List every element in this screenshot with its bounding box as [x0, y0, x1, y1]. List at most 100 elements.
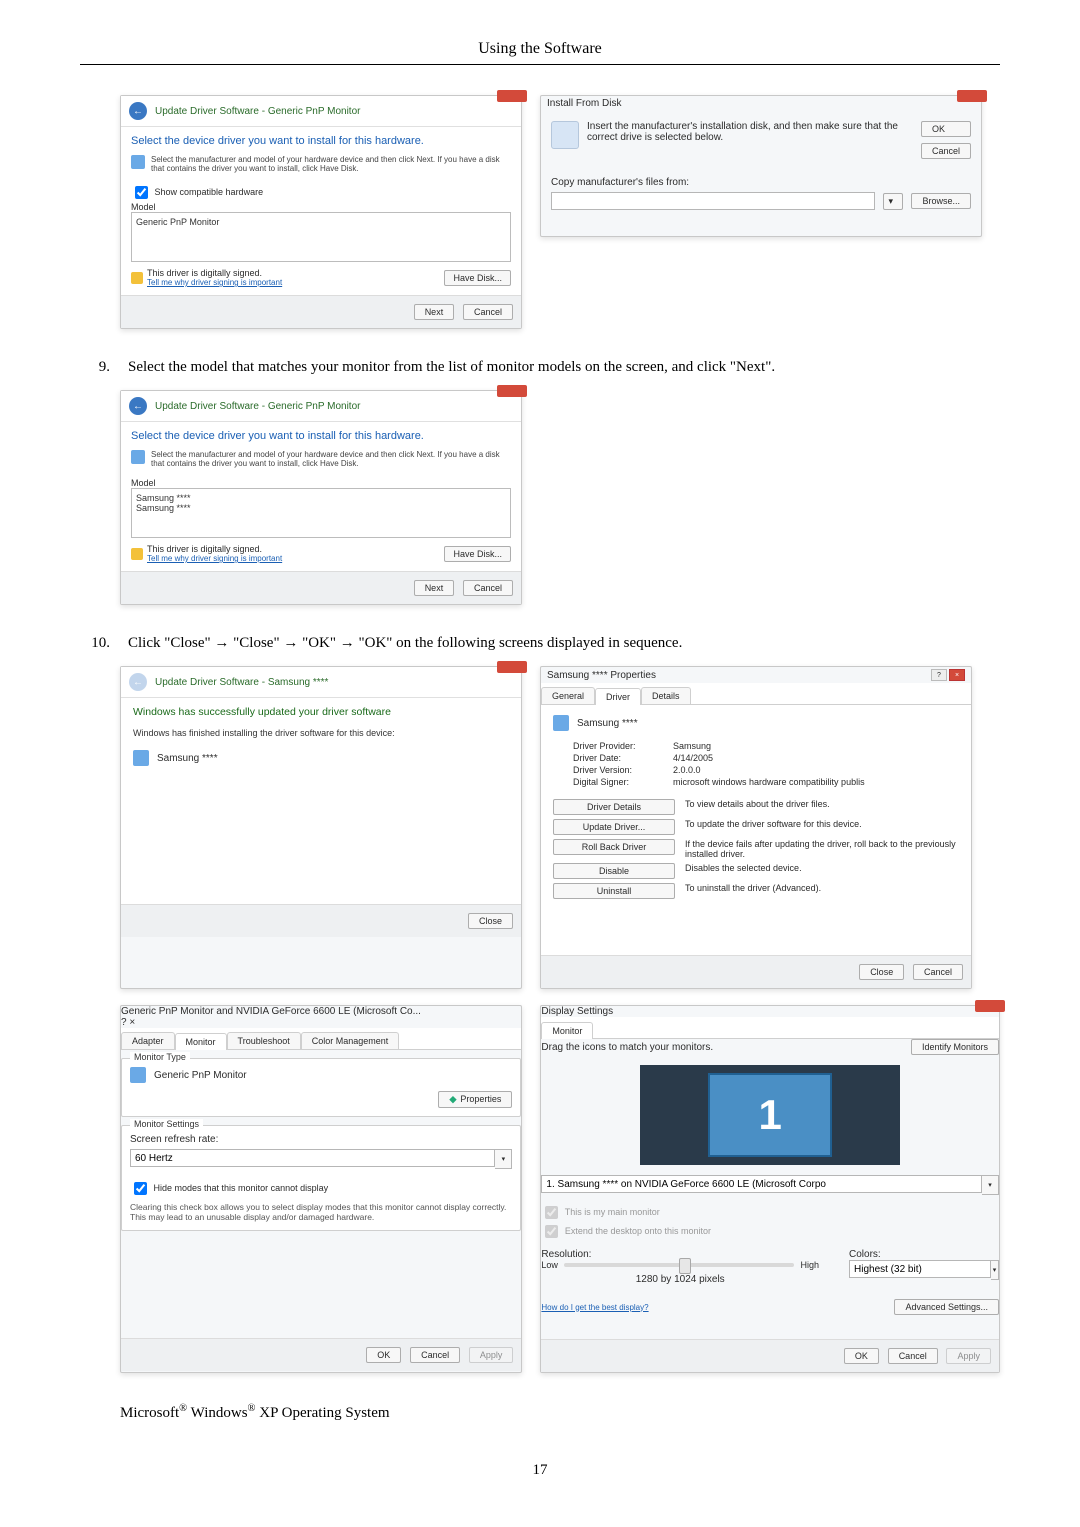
close-button[interactable]: Close: [468, 913, 513, 929]
advanced-settings-button[interactable]: Advanced Settings...: [894, 1299, 999, 1315]
tab-monitor[interactable]: Monitor: [541, 1022, 593, 1039]
cancel-button[interactable]: Cancel: [921, 143, 971, 159]
version-value: 2.0.0.0: [673, 765, 701, 775]
why-signing-link[interactable]: Tell me why driver signing is important: [147, 554, 282, 563]
dialog-title: Install From Disk: [547, 98, 621, 109]
apply-button: Apply: [946, 1348, 991, 1364]
tab-general[interactable]: General: [541, 687, 595, 704]
back-icon: ←: [129, 673, 147, 691]
tab-details[interactable]: Details: [641, 687, 691, 704]
show-compatible-checkbox[interactable]: Show compatible hardware: [131, 187, 263, 197]
chevron-down-icon[interactable]: ▾: [495, 1149, 512, 1169]
next-button[interactable]: Next: [414, 580, 455, 596]
tab-color-management[interactable]: Color Management: [301, 1032, 400, 1049]
resolution-value: 1280 by 1024 pixels: [541, 1274, 819, 1285]
close-icon[interactable]: ×: [129, 1017, 135, 1028]
help-icon[interactable]: ?: [121, 1017, 127, 1028]
display-tabs: Monitor: [541, 1017, 999, 1039]
close-icon[interactable]: [497, 661, 527, 673]
why-signing-link[interactable]: Tell me why driver signing is important: [147, 278, 282, 287]
model-listbox[interactable]: Generic PnP Monitor: [131, 212, 511, 262]
monitor-thumbnail[interactable]: 1: [708, 1073, 832, 1157]
wizard-step-title: Select the device driver you want to ins…: [131, 135, 511, 147]
update-driver-success-dialog: ← Update Driver Software - Samsung **** …: [120, 666, 522, 989]
monitor-tabs: Adapter Monitor Troubleshoot Color Manag…: [121, 1028, 521, 1050]
step-text: Click "Close" → "Close" → "OK" → "OK" on…: [128, 635, 1000, 652]
close-icon[interactable]: [957, 90, 987, 102]
close-icon[interactable]: ×: [949, 669, 965, 681]
refresh-rate-select[interactable]: [130, 1149, 495, 1167]
identify-monitors-button[interactable]: Identify Monitors: [911, 1039, 999, 1055]
step-text: Select the model that matches your monit…: [128, 359, 1000, 376]
monitor-select[interactable]: [541, 1175, 982, 1193]
close-icon[interactable]: [497, 385, 527, 397]
close-button[interactable]: Close: [859, 964, 904, 980]
device-name: Samsung ****: [157, 753, 218, 764]
model-item[interactable]: Samsung ****: [136, 503, 506, 513]
back-icon[interactable]: ←: [129, 102, 147, 120]
disable-button[interactable]: Disable: [553, 863, 675, 879]
browse-button[interactable]: Browse...: [911, 193, 971, 209]
slider-low-label: Low: [541, 1260, 558, 1270]
page-number: 17: [80, 1462, 1000, 1479]
back-icon[interactable]: ←: [129, 397, 147, 415]
slider-thumb[interactable]: [679, 1258, 691, 1274]
close-icon[interactable]: [497, 90, 527, 102]
monitor-icon: [553, 715, 569, 731]
resolution-slider[interactable]: Low High: [541, 1260, 819, 1270]
have-disk-button[interactable]: Have Disk...: [444, 546, 511, 562]
chevron-down-icon[interactable]: ▾: [883, 193, 903, 210]
chevron-down-icon[interactable]: ▾: [991, 1260, 999, 1280]
ok-button[interactable]: OK: [844, 1348, 879, 1364]
update-driver-button[interactable]: Update Driver...: [553, 819, 675, 835]
install-from-disk-dialog: Install From Disk Insert the manufacture…: [540, 95, 982, 237]
monitor-icon: [131, 450, 145, 464]
model-item[interactable]: Generic PnP Monitor: [136, 217, 506, 227]
chevron-down-icon[interactable]: ▾: [982, 1175, 999, 1195]
signer-label: Digital Signer:: [573, 777, 673, 787]
cancel-button[interactable]: Cancel: [463, 580, 513, 596]
model-listbox[interactable]: Samsung **** Samsung ****: [131, 488, 511, 538]
monitor-type-caption: Monitor Type: [130, 1052, 190, 1062]
copy-from-input[interactable]: [551, 192, 875, 210]
driver-details-desc: To view details about the driver files.: [685, 799, 959, 809]
cancel-button[interactable]: Cancel: [410, 1347, 460, 1363]
monitor-preview[interactable]: 1: [640, 1065, 900, 1165]
hide-modes-input[interactable]: [134, 1182, 147, 1195]
properties-tabs: General Driver Details: [541, 683, 971, 705]
tab-troubleshoot[interactable]: Troubleshoot: [227, 1032, 301, 1049]
wizard-title: Update Driver Software - Samsung ****: [155, 677, 328, 688]
cancel-button[interactable]: Cancel: [913, 964, 963, 980]
cancel-button[interactable]: Cancel: [463, 304, 513, 320]
monitor-icon: [131, 155, 145, 169]
help-icon[interactable]: ?: [931, 669, 947, 681]
properties-button[interactable]: ◆Properties: [438, 1091, 512, 1108]
date-value: 4/14/2005: [673, 753, 713, 763]
ok-button[interactable]: OK: [366, 1347, 401, 1363]
rollback-driver-button[interactable]: Roll Back Driver: [553, 839, 675, 855]
model-item[interactable]: Samsung ****: [136, 493, 506, 503]
close-icon[interactable]: [975, 1000, 1005, 1012]
tab-adapter[interactable]: Adapter: [121, 1032, 175, 1049]
model-caption: Model: [131, 478, 511, 488]
device-properties-dialog: Samsung **** Properties ? × General Driv…: [540, 666, 972, 989]
signer-value: microsoft windows hardware compatibility…: [673, 777, 865, 787]
extend-desktop-checkbox: Extend the desktop onto this monitor: [541, 1226, 711, 1236]
provider-value: Samsung: [673, 741, 711, 751]
ok-button[interactable]: OK: [921, 121, 971, 137]
tab-driver[interactable]: Driver: [595, 688, 641, 705]
uninstall-button[interactable]: Uninstall: [553, 883, 675, 899]
main-monitor-input: [545, 1206, 558, 1219]
colors-select[interactable]: [849, 1260, 991, 1278]
driver-details-button[interactable]: Driver Details: [553, 799, 675, 815]
show-compatible-input[interactable]: [135, 186, 148, 199]
refresh-rate-label: Screen refresh rate:: [130, 1134, 512, 1145]
next-button[interactable]: Next: [414, 304, 455, 320]
have-disk-button[interactable]: Have Disk...: [444, 270, 511, 286]
cancel-button[interactable]: Cancel: [888, 1348, 938, 1364]
hide-modes-checkbox[interactable]: Hide modes that this monitor cannot disp…: [130, 1183, 328, 1193]
best-display-link[interactable]: How do I get the best display?: [541, 1303, 648, 1312]
step-number: 10.: [80, 635, 110, 652]
tab-monitor[interactable]: Monitor: [175, 1033, 227, 1050]
update-driver-wizard-samsung: ← Update Driver Software - Generic PnP M…: [120, 390, 522, 605]
